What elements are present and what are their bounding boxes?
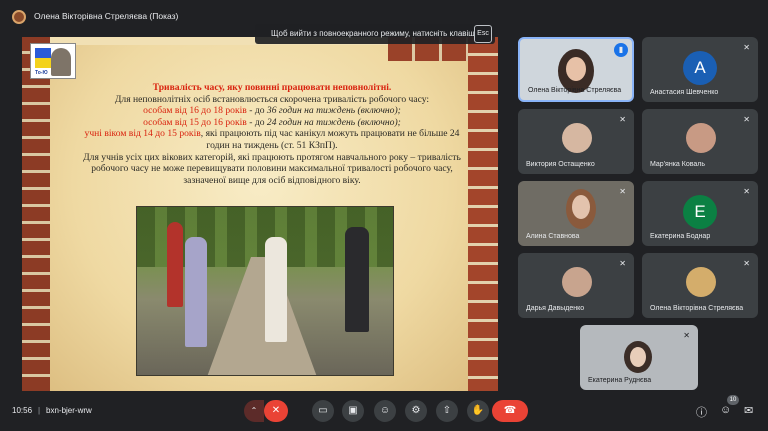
hours-24: 24 годин на тиждень (включно); <box>266 116 401 128</box>
age-15-16: особам від 15 до 16 років <box>143 116 247 128</box>
captions-button[interactable]: ▣ <box>342 400 364 422</box>
participant-tile[interactable]: A ✕ Анастасия Шевченко <box>642 37 758 102</box>
photo-path <box>207 257 317 375</box>
participants-count-badge: 10 <box>727 395 739 405</box>
participant-tile[interactable]: ▮ Олена Вікторівна Стреляєва <box>518 37 634 102</box>
participant-name: Дарья Давыденко <box>526 305 585 312</box>
participant-tile[interactable]: ✕ Мар'янка Коваль <box>642 109 758 174</box>
mic-off-icon: ✕ <box>619 187 626 196</box>
bottom-bar: 10:56 | bxn-bjer-wrw ⌃ ✕ ▭ ▣ ☺ ⚙ ⇧ ✋ ⋮ ☎… <box>0 395 768 431</box>
chat-icon[interactable]: ✉ <box>744 404 753 417</box>
fullscreen-hint: Щоб вийти з повноекранного режиму, натис… <box>255 24 495 44</box>
logo-flag-blue <box>35 48 51 58</box>
slide-line-4: учні віком від 14 до 15 років, які працю… <box>82 128 462 151</box>
separator: | <box>38 406 41 415</box>
participants-icon[interactable]: ☺ <box>720 404 731 416</box>
participant-name: Анастасия Шевченко <box>650 89 719 96</box>
participant-tile[interactable]: ✕ Виктория Остащенко <box>518 109 634 174</box>
mic-off-icon: ✕ <box>743 187 750 196</box>
brick-wall-right <box>468 37 498 391</box>
presenter-avatar <box>12 10 26 24</box>
age-14-15: учні віком від 14 до 15 років <box>84 128 201 140</box>
settings-button[interactable]: ⚙ <box>405 400 427 422</box>
participant-name: Виктория Остащенко <box>526 161 595 168</box>
participant-name: Олена Вікторівна Стреляєва <box>650 305 744 312</box>
participant-tile[interactable]: E ✕ Екатерина Боднар <box>642 181 758 246</box>
participant-name: Екатерина Руднєва <box>588 377 652 384</box>
participant-video <box>686 267 716 297</box>
participant-video <box>562 267 592 297</box>
hours-36: 36 годин на тиждень (включно); <box>266 105 401 117</box>
slide-logo: То-Ю <box>30 43 76 79</box>
slide-heading: Тривалість часу, яку повинні працювати н… <box>152 82 392 93</box>
participant-avatar: A <box>683 51 717 85</box>
mic-off-icon: ✕ <box>743 115 750 124</box>
speaking-indicator-icon: ▮ <box>614 43 628 57</box>
participant-name: Алина Ставнова <box>526 233 580 240</box>
participant-tile[interactable]: ✕ Олена Вікторівна Стреляєва <box>642 253 758 318</box>
logo-figure <box>51 48 71 76</box>
logo-flag-yellow <box>35 58 51 68</box>
age-16-18: особам від 16 до 18 років <box>143 105 247 117</box>
mic-options-chevron-icon[interactable]: ⌃ <box>244 400 264 422</box>
slide-line-2: особам від 16 до 18 років - до 36 годин … <box>82 105 462 117</box>
participant-face <box>566 57 586 81</box>
mic-off-button[interactable]: ✕ <box>264 400 288 422</box>
mic-off-icon: ✕ <box>743 259 750 268</box>
clock: 10:56 <box>12 406 33 415</box>
mic-off-icon: ✕ <box>743 43 750 52</box>
end-call-button[interactable]: ☎ <box>492 400 528 422</box>
logo-text: То-Ю <box>35 70 48 76</box>
participant-face <box>572 195 590 219</box>
participant-avatar: E <box>683 195 717 229</box>
participant-face <box>630 347 646 367</box>
presentation-title: Олена Вікторівна Стреляєва (Показ) <box>34 11 179 21</box>
participant-video <box>562 123 592 153</box>
photo-person <box>345 227 369 332</box>
line-2-dash: - до <box>246 105 267 117</box>
mic-off-icon: ✕ <box>619 115 626 124</box>
participant-name: Екатерина Боднар <box>650 233 711 240</box>
slide-photo <box>136 206 394 376</box>
photo-person <box>185 237 207 347</box>
present-button[interactable]: ⇧ <box>436 400 458 422</box>
camera-button[interactable]: ▭ <box>312 400 334 422</box>
line-3-dash: - до <box>246 116 267 128</box>
slide-body-text: Тривалість часу, яку повинні працювати н… <box>82 82 462 186</box>
line-4-rest: , які працюють під час канікул можуть пр… <box>200 128 460 151</box>
presentation-slide: То-Ю Тривалість часу, яку повинні працюв… <box>22 37 498 391</box>
participant-name: Мар'янка Коваль <box>650 161 705 168</box>
slide-line-1: Для неповнолітніх осіб встановлюється ск… <box>114 93 430 105</box>
slide-line-5: Для учнів усіх цих вікових категорій, як… <box>83 151 461 186</box>
emoji-button[interactable]: ☺ <box>374 400 396 422</box>
esc-key-badge[interactable]: Esc <box>474 25 492 43</box>
participant-tile[interactable]: ✕ Алина Ставнова <box>518 181 634 246</box>
meeting-code: bxn-bjer-wrw <box>46 406 92 415</box>
slide-line-3: особам від 15 до 16 років - до 24 годин … <box>82 117 462 129</box>
participant-video <box>686 123 716 153</box>
raise-hand-button[interactable]: ✋ <box>467 400 489 422</box>
info-icon[interactable]: ⓘ <box>696 404 707 420</box>
mic-off-icon: ✕ <box>683 331 690 340</box>
photo-person <box>167 222 183 307</box>
participant-tile[interactable]: ✕ Дарья Давыденко <box>518 253 634 318</box>
mic-off-icon: ✕ <box>619 259 626 268</box>
participant-tile[interactable]: ✕ Екатерина Руднєва <box>580 325 698 390</box>
participant-name: Олена Вікторівна Стреляєва <box>528 87 622 94</box>
photo-person <box>265 237 287 342</box>
fullscreen-hint-text: Щоб вийти з повноекранного режиму, натис… <box>271 29 479 38</box>
brick-wall-left <box>22 37 50 391</box>
